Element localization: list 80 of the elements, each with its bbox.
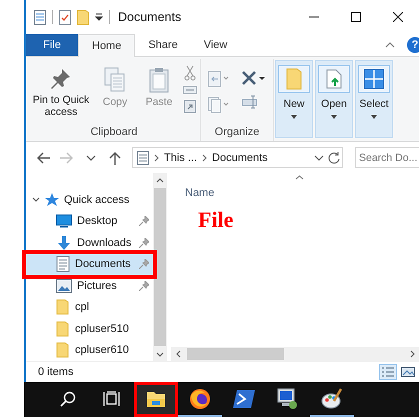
clipboard-icon (149, 67, 169, 93)
scrollbar[interactable] (171, 347, 419, 361)
ribbon-tab[interactable]: Home (78, 34, 136, 57)
delete-icon[interactable] (242, 71, 266, 85)
scroll-left-icon[interactable] (174, 350, 180, 358)
scissors-icon[interactable] (184, 65, 196, 81)
paste-shortcut-icon[interactable] (184, 99, 196, 113)
tree-item[interactable]: Documents (26, 254, 153, 275)
grid-icon (364, 69, 384, 89)
address-bar[interactable]: This ... Documents (132, 147, 343, 168)
new-button[interactable]: New (275, 60, 313, 138)
pin-icon[interactable] (139, 238, 149, 248)
document-icon (137, 150, 149, 164)
breadcrumb[interactable]: This ... (164, 152, 198, 164)
expanded-chevron-icon[interactable] (32, 196, 40, 204)
search-field[interactable]: Search Do... (355, 147, 419, 168)
chevron-icon[interactable] (154, 154, 159, 162)
select-button[interactable]: Select (355, 60, 393, 138)
properties-icon[interactable] (34, 10, 46, 24)
caret-icon[interactable] (371, 115, 377, 119)
palette-icon[interactable] (321, 388, 343, 410)
folder-icon (56, 320, 70, 337)
file-menu-tab[interactable]: File (26, 34, 78, 56)
caret-icon[interactable] (291, 115, 297, 119)
up-arrow-icon[interactable] (108, 150, 122, 164)
pin-button[interactable]: Pin to Quick access (31, 61, 91, 126)
open-document-icon (326, 69, 342, 89)
scroll-up-icon[interactable] (156, 176, 164, 182)
pin-icon[interactable] (139, 216, 149, 226)
tree-item[interactable]: cpl (26, 296, 153, 318)
picture-icon (56, 278, 72, 293)
pin-icon[interactable] (139, 280, 149, 291)
document-icon (56, 256, 70, 272)
scroll-down-icon[interactable] (156, 352, 164, 358)
close-icon[interactable] (393, 12, 403, 22)
tree-item[interactable]: Desktop (26, 210, 153, 232)
checklist-icon[interactable] (59, 10, 71, 24)
breadcrumb[interactable]: Documents (212, 152, 268, 164)
rename-icon[interactable] (242, 95, 260, 109)
ribbon-tab[interactable]: Share (135, 34, 191, 56)
terminal-prompt-icon[interactable] (233, 390, 255, 408)
scroll-right-icon[interactable] (410, 350, 416, 358)
download-arrow-icon (56, 234, 72, 251)
task-view-icon[interactable] (103, 390, 121, 406)
tree-item[interactable]: Pictures (26, 275, 153, 296)
column-header[interactable]: Name (185, 187, 214, 199)
dropdown-icon[interactable] (314, 154, 324, 162)
window-title: Documents (118, 10, 182, 24)
item-count: 0 items (38, 366, 74, 378)
star-icon (45, 192, 59, 207)
search-icon[interactable] (60, 390, 76, 406)
annotation-label: File (198, 207, 234, 233)
folder-icon (286, 68, 302, 90)
desktop-icon (56, 214, 72, 228)
folder-icon (56, 299, 70, 316)
pin-icon (50, 67, 72, 91)
dropdown-icon[interactable] (95, 13, 103, 21)
tree-item[interactable]: cpluser510 (26, 318, 153, 340)
refresh-icon[interactable] (326, 150, 342, 166)
taskbar-slot[interactable] (134, 382, 178, 417)
ribbon-tab[interactable]: View (190, 34, 240, 56)
folder-icon (56, 342, 70, 358)
tree-item[interactable]: Quick access (26, 189, 153, 210)
chevron-icon[interactable] (202, 154, 208, 162)
group-label: Organize (214, 126, 260, 140)
fox-globe-icon[interactable] (189, 388, 211, 410)
caret-icon[interactable] (331, 115, 337, 119)
copy-icon (104, 67, 126, 93)
collapse-ribbon-icon[interactable] (385, 42, 395, 48)
maximize-icon[interactable] (351, 12, 361, 22)
scrollbar[interactable] (153, 173, 167, 361)
group-label: Clipboard (89, 126, 139, 140)
tree-item[interactable]: cpluser610 (26, 340, 153, 361)
open-button[interactable]: Open (315, 60, 353, 138)
tree-item[interactable]: Downloads (26, 232, 153, 254)
monitor-icon[interactable] (277, 388, 299, 410)
help-button[interactable]: ? (407, 37, 419, 53)
copy-path-icon[interactable] (183, 86, 197, 94)
folder-icon[interactable] (146, 390, 166, 408)
back-arrow-icon[interactable] (36, 150, 50, 164)
